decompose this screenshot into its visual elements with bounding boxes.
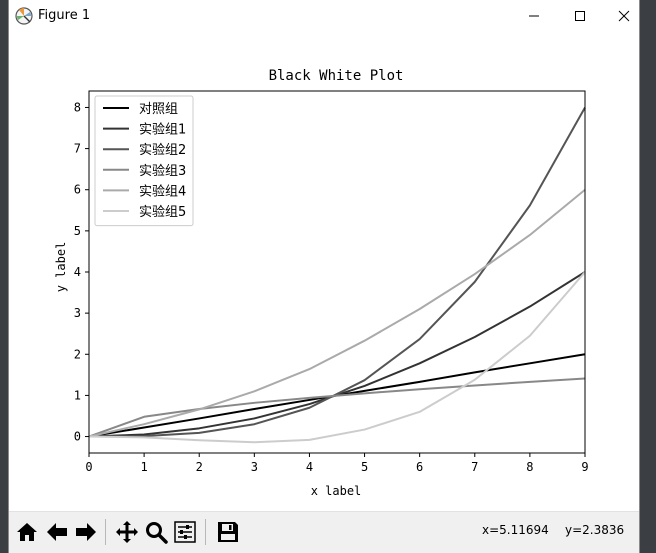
maximize-button[interactable]	[557, 0, 603, 31]
window-title: Figure 1	[38, 8, 91, 23]
x-tick-label: 4	[306, 460, 313, 474]
zoom-magnifier-icon	[146, 522, 168, 544]
x-tick-label: 9	[581, 460, 588, 474]
cursor-x-readout: x=5.11694	[482, 523, 549, 537]
home-icon	[17, 523, 37, 541]
legend-label: 实验组1	[139, 122, 186, 138]
close-button[interactable]	[601, 0, 639, 31]
configure-subplots-icon	[174, 521, 196, 543]
x-tick-label: 3	[251, 460, 258, 474]
maximize-icon	[575, 10, 585, 21]
x-axis-label: x label	[311, 484, 362, 498]
toolbar-separator	[205, 519, 206, 545]
y-tick-label: 1	[74, 388, 81, 402]
cursor-y-readout: y=2.3836	[565, 523, 625, 537]
back-button[interactable]	[43, 517, 71, 547]
minimize-icon	[529, 15, 539, 16]
x-tick-label: 5	[361, 460, 368, 474]
y-tick-label: 4	[74, 265, 81, 279]
figure-window: Figure 1 Black White Plot 0 1 2 3 4 5 6 7 8 9 0 1 2 3…	[8, 0, 640, 553]
forward-arrow-icon	[76, 523, 96, 541]
back-arrow-icon	[47, 523, 67, 541]
legend-label: 实验组5	[139, 204, 186, 220]
chart-title: Black White Plot	[269, 68, 404, 84]
y-tick-label: 0	[74, 430, 81, 444]
save-button[interactable]	[214, 517, 242, 547]
close-icon	[618, 10, 630, 21]
navigation-toolbar: x=5.11694 y=2.3836	[9, 511, 639, 553]
save-floppy-icon	[218, 522, 238, 542]
y-tick-label: 6	[74, 183, 81, 197]
pan-move-icon	[116, 521, 138, 543]
y-tick-label: 7	[74, 142, 81, 156]
figure-canvas[interactable]: Black White Plot 0 1 2 3 4 5 6 7 8 9 0 1 2 3 4 5 6 7 8 对照组实…	[9, 31, 639, 511]
y-axis-label: y label	[54, 242, 68, 293]
y-tick-label: 8	[74, 100, 81, 114]
minimize-button[interactable]	[511, 0, 557, 31]
legend-label: 实验组2	[139, 142, 186, 158]
x-tick-label: 0	[85, 460, 92, 474]
toolbar-separator	[105, 519, 106, 545]
forward-button[interactable]	[72, 517, 100, 547]
legend-label: 实验组3	[139, 163, 186, 179]
y-tick-label: 5	[74, 224, 81, 238]
configure-subplots-button[interactable]	[171, 517, 199, 547]
line-chart: Black White Plot 0 1 2 3 4 5 6 7 8 9 0 1 2 3 4 5 6 7 8 对照组实…	[54, 68, 589, 498]
title-bar[interactable]: Figure 1	[9, 0, 639, 31]
pan-button[interactable]	[113, 517, 141, 547]
legend-label: 对照组	[139, 102, 178, 117]
x-tick-label: 6	[416, 460, 423, 474]
matplotlib-icon	[15, 7, 33, 25]
y-tick-label: 2	[74, 347, 81, 361]
x-tick-label: 8	[526, 460, 533, 474]
y-tick-label: 3	[74, 306, 81, 320]
zoom-button[interactable]	[142, 517, 170, 547]
legend-label: 实验组4	[139, 183, 186, 199]
x-tick-label: 7	[471, 460, 478, 474]
x-tick-label: 1	[140, 460, 147, 474]
x-tick-label: 2	[196, 460, 203, 474]
home-button[interactable]	[13, 517, 41, 547]
